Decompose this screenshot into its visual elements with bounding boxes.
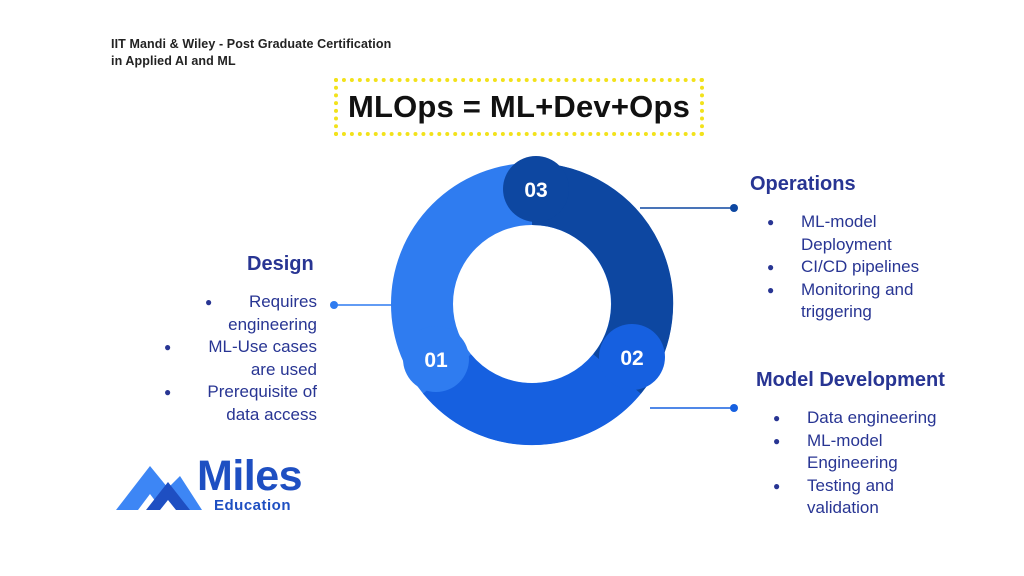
list-item: ● Prerequisite of data access (150, 381, 317, 426)
bullet-text: Prerequisite of data access (207, 382, 317, 424)
model-development-title: Model Development (756, 369, 945, 391)
badge-02-label: 02 (620, 347, 643, 370)
list-item: ● ML-Use cases are used (150, 336, 317, 381)
bullet-dot: ● (205, 295, 213, 309)
badge-01-label: 01 (424, 349, 448, 372)
ring-segment-model-development (423, 353, 641, 446)
logo-sub: Education (214, 497, 292, 514)
list-item: ML-model Deployment (767, 211, 967, 256)
operations-bullets: ML-model Deployment CI/CD pipelines Moni… (767, 211, 967, 324)
list-item: Data engineering (773, 407, 963, 430)
bullet-text: Requires engineering (228, 292, 317, 334)
bullet-text: ML-Use cases are used (208, 337, 317, 379)
connector-model-development-dot (730, 404, 738, 412)
list-item: ML-model Engineering (773, 430, 963, 475)
connector-operations-dot (730, 204, 738, 212)
list-item: CI/CD pipelines (767, 256, 967, 279)
design-title: Design (247, 253, 314, 275)
bullet-dot: ● (164, 385, 172, 399)
list-item: Testing and validation (773, 475, 963, 520)
connector-design-dot (330, 301, 338, 309)
list-item: ● Requires engineering (150, 291, 317, 336)
design-bullet-list: ● Requires engineering ● ML-Use cases are u… (150, 291, 317, 426)
list-item: Monitoring and triggering (767, 279, 967, 324)
model-development-bullets: Data engineering ML-model Engineering Te… (773, 407, 963, 520)
logo-word: Miles (197, 452, 303, 500)
badge-03-label: 03 (524, 179, 547, 202)
operations-title: Operations (750, 173, 856, 195)
bullet-dot: ● (164, 340, 172, 354)
